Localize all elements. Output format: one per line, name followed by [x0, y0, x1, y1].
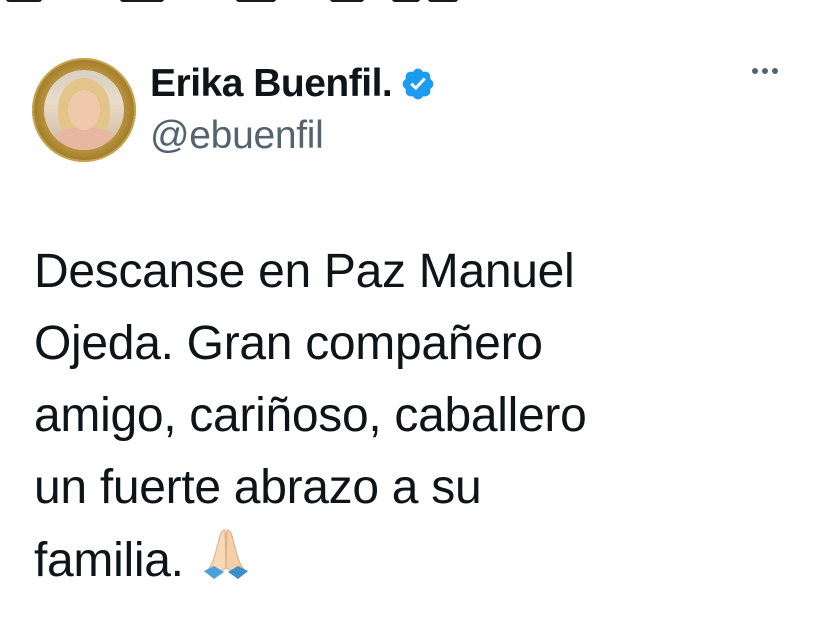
tweet-text-line: familia.: [34, 534, 184, 587]
author-name-row: Erika Buenfil.: [150, 60, 436, 108]
tweet-text-line: Descanse en Paz Manuel: [34, 245, 575, 298]
tweet-text-line: un fuerte abrazo a su: [34, 461, 482, 514]
tweet-text: Descanse en Paz Manuel Ojeda. Gran compa…: [34, 236, 774, 597]
author-handle[interactable]: @ebuenfil: [150, 114, 324, 158]
avatar-photo: [44, 70, 124, 150]
verified-badge-icon: [402, 68, 434, 100]
more-options-icon[interactable]: [748, 62, 782, 80]
author-display-name[interactable]: Erika Buenfil.: [150, 62, 393, 106]
avatar[interactable]: [32, 58, 136, 162]
tweet-text-line: Ojeda. Gran compañero: [34, 317, 543, 370]
tweet-text-last-line: familia.: [34, 524, 774, 597]
tweet-card: Erika Buenfil. @ebuenfil Descanse en Paz…: [0, 0, 816, 620]
folded-hands-emoji: [203, 529, 248, 579]
cropped-previous-content: [0, 0, 816, 6]
tweet-text-line: amigo, cariñoso, caballero: [34, 389, 587, 442]
